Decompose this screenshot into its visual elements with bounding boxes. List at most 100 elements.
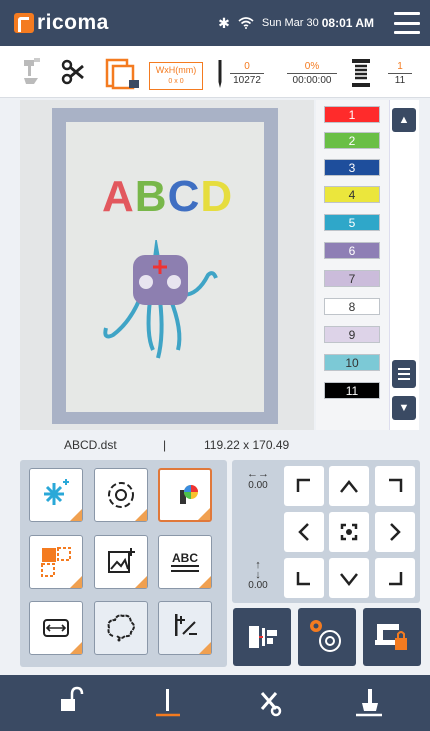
move-left-button[interactable] — [284, 512, 324, 552]
design-filename: ABCD.dst — [64, 438, 117, 452]
presser-foot-icon[interactable] — [22, 56, 42, 88]
machine-lock-icon — [375, 624, 407, 650]
move-down-left-button[interactable] — [284, 558, 324, 598]
stitch-edit-button[interactable] — [158, 601, 212, 655]
color-item-4[interactable]: 4 — [324, 186, 380, 203]
thread-color-button[interactable] — [158, 468, 212, 522]
color-item-8[interactable]: 8 — [324, 298, 380, 315]
color-item-6[interactable]: 6 — [324, 242, 380, 259]
hoop-select-icon[interactable] — [105, 56, 141, 90]
move-up-right-icon — [389, 478, 403, 492]
move-up-left-icon — [296, 478, 310, 492]
dims-label: WxH(mm) — [155, 65, 197, 75]
color-item-9[interactable]: 9 — [324, 326, 380, 343]
color-item-1[interactable]: 1 — [324, 106, 380, 123]
move-down-button[interactable] — [329, 558, 369, 598]
monster-embroidery-graphic — [103, 240, 218, 359]
status-time: 08:01 AM — [321, 16, 374, 30]
corner-indicator — [135, 576, 147, 588]
horizontal-arrows-icon: ←→ — [247, 468, 269, 480]
dims-value: 0 x 0 — [168, 78, 184, 85]
move-left-icon — [298, 523, 309, 541]
stitch-current: 0 — [244, 61, 250, 72]
needle-icon — [218, 60, 222, 88]
design-letter: A — [102, 172, 135, 221]
trim-tab[interactable] — [218, 675, 318, 731]
move-center-button[interactable] — [329, 512, 369, 552]
design-library-button[interactable] — [94, 468, 148, 522]
move-up-button[interactable] — [329, 466, 369, 506]
color-item-2[interactable]: 2 — [324, 132, 380, 149]
add-design-button[interactable] — [29, 468, 83, 522]
arrange-layout-button[interactable] — [29, 535, 83, 589]
design-text: ABCD — [102, 172, 233, 222]
color-item-3[interactable]: 3 — [324, 159, 380, 176]
move-up-right-button[interactable] — [375, 466, 415, 506]
scroll-thumb[interactable] — [392, 360, 416, 388]
presser-foot-tab-icon — [356, 689, 382, 717]
x-offset-value: 0.00 — [248, 480, 268, 491]
design-letter: B — [134, 172, 168, 221]
corner-indicator — [70, 509, 82, 521]
status-date: Sun Mar 30 — [261, 17, 319, 29]
move-down-right-icon — [389, 572, 403, 586]
color-count: 1 11 — [388, 60, 412, 87]
unlock-icon — [61, 686, 84, 711]
unlock-tab[interactable] — [25, 675, 125, 731]
design-letter: D — [200, 172, 234, 221]
needle-tab[interactable] — [118, 675, 218, 731]
align-center-button[interactable] — [233, 608, 291, 666]
logo-text: ricoma — [37, 11, 109, 34]
gear-flower-icon — [310, 620, 341, 652]
move-up-left-button[interactable] — [284, 466, 324, 506]
vertical-arrows-icon: ↑ ↓ — [255, 559, 261, 581]
color-item-10[interactable]: 10 — [324, 354, 380, 371]
cloud-outline-icon — [107, 614, 135, 642]
move-up-icon — [340, 479, 358, 493]
move-down-left-icon — [296, 572, 310, 586]
thread-spool-icon — [352, 59, 370, 87]
top-bar: ricoma ✱ Sun Mar 30 08:01 AM — [0, 0, 430, 46]
color-total: 11 — [388, 73, 412, 87]
hamburger-menu-button[interactable] — [394, 12, 420, 34]
stitch-count: 0 10272 — [230, 60, 264, 87]
align-icon — [249, 626, 277, 648]
text-lettering-button[interactable]: ABC — [158, 535, 212, 589]
color-item-7[interactable]: 7 — [324, 270, 380, 287]
hoop-fit-button[interactable] — [29, 601, 83, 655]
presser-foot-tab[interactable] — [318, 675, 418, 731]
progress-percent: 0% — [304, 61, 320, 72]
design-size: 119.22 x 170.49 — [204, 438, 290, 452]
color-item-5[interactable]: 5 — [324, 214, 380, 231]
embroidery-settings-button[interactable] — [298, 608, 356, 666]
ricoma-logo: ricoma — [14, 11, 109, 35]
info-separator: | — [163, 438, 167, 452]
design-dimensions: WxH(mm) 0 x 0 — [149, 62, 203, 90]
outline-button[interactable] — [94, 601, 148, 655]
y-offset-value: 0.00 — [248, 580, 268, 591]
status-area: ✱ Sun Mar 30 08:01 AM — [218, 0, 374, 46]
logo-mark-icon — [14, 13, 34, 33]
move-right-button[interactable] — [375, 512, 415, 552]
color-item-11[interactable]: 11 — [324, 382, 380, 399]
needle-tab-icon — [156, 689, 180, 717]
move-down-right-button[interactable] — [375, 558, 415, 598]
design-letter: C — [167, 172, 201, 221]
x-offset: ←→ 0.00 — [240, 468, 276, 491]
scissors-icon — [260, 692, 282, 717]
corner-indicator — [70, 642, 82, 654]
corner-indicator — [70, 576, 82, 588]
progress-time: 00:00:00 — [287, 73, 337, 87]
add-image-button[interactable] — [94, 535, 148, 589]
progress-info: 0% 00:00:00 — [287, 60, 337, 87]
corner-indicator — [135, 509, 147, 521]
move-right-icon — [390, 523, 401, 541]
corner-indicator — [198, 508, 210, 520]
scroll-down-button[interactable]: ▼ — [392, 396, 416, 420]
bottom-navigation — [0, 675, 430, 731]
corner-indicator — [199, 576, 211, 588]
scroll-up-button[interactable]: ▲ — [392, 108, 416, 132]
thread-trim-icon[interactable] — [60, 58, 86, 86]
lock-machine-button[interactable] — [363, 608, 421, 666]
design-info-bar: ABCD.dst | 119.22 x 170.49 — [0, 432, 430, 457]
